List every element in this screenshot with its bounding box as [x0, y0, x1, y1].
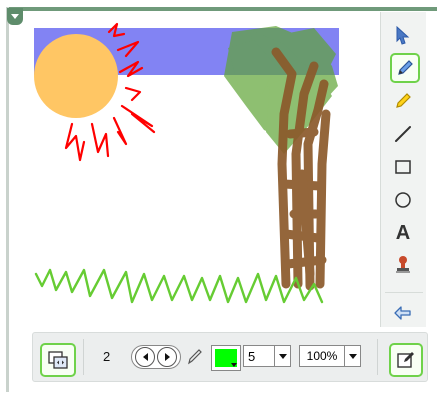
edit-mode-button[interactable] [389, 343, 423, 377]
line-icon [395, 126, 411, 142]
pen-size-dropdown[interactable] [275, 345, 291, 367]
pen-color-picker[interactable] [211, 345, 241, 371]
pen-size-field[interactable]: 5 [243, 345, 275, 367]
tool-ellipse[interactable] [388, 185, 418, 215]
ellipse-icon [395, 192, 411, 208]
page-number: 2 [103, 349, 111, 364]
tool-highlighter[interactable] [388, 86, 418, 116]
bottom-toolbar: 2 5 100% [32, 332, 428, 382]
chevron-down-icon [231, 363, 237, 367]
zoom-dropdown[interactable] [345, 345, 361, 367]
drawing-canvas[interactable] [14, 14, 380, 332]
previous-page-button[interactable] [135, 347, 155, 367]
pen-icon [398, 60, 413, 75]
palette-divider [385, 292, 423, 293]
tool-undo[interactable] [388, 298, 418, 328]
tool-select[interactable] [388, 20, 418, 50]
tool-pen[interactable] [390, 53, 420, 83]
highlighter-icon [396, 93, 411, 108]
pencil-icon [188, 349, 202, 365]
zoom-field[interactable]: 100% [299, 345, 345, 367]
select-arrow-icon [396, 25, 410, 45]
chevron-left-icon [142, 353, 148, 361]
slides-navigation-icon [48, 351, 68, 369]
page-nav-control [131, 345, 181, 369]
page-navigator-button[interactable] [40, 343, 76, 377]
tool-palette: A [380, 12, 426, 327]
edit-document-icon [397, 352, 414, 368]
whiteboard-window: A 2 5 100% [0, 0, 437, 394]
text-icon: A [395, 221, 411, 244]
rectangle-icon [395, 160, 411, 174]
toolbar-divider [377, 339, 378, 375]
tool-line[interactable] [388, 119, 418, 149]
window-left-border [6, 7, 9, 392]
color-swatch [215, 349, 237, 367]
chevron-down-icon [278, 353, 287, 359]
toolbar-divider [83, 339, 84, 375]
drawing-surface [34, 22, 339, 304]
sun-circle [34, 34, 118, 118]
grass-line [34, 268, 324, 304]
window-top-border [6, 7, 437, 11]
chevron-right-icon [164, 353, 170, 361]
pen-options-indicator [187, 347, 203, 370]
tool-stamp[interactable] [388, 250, 418, 280]
stamp-icon [396, 256, 410, 273]
tool-text[interactable]: A [388, 218, 418, 248]
tool-rectangle[interactable] [388, 152, 418, 182]
undo-icon [394, 306, 411, 320]
next-page-button[interactable] [157, 347, 177, 367]
chevron-down-icon [348, 353, 357, 359]
